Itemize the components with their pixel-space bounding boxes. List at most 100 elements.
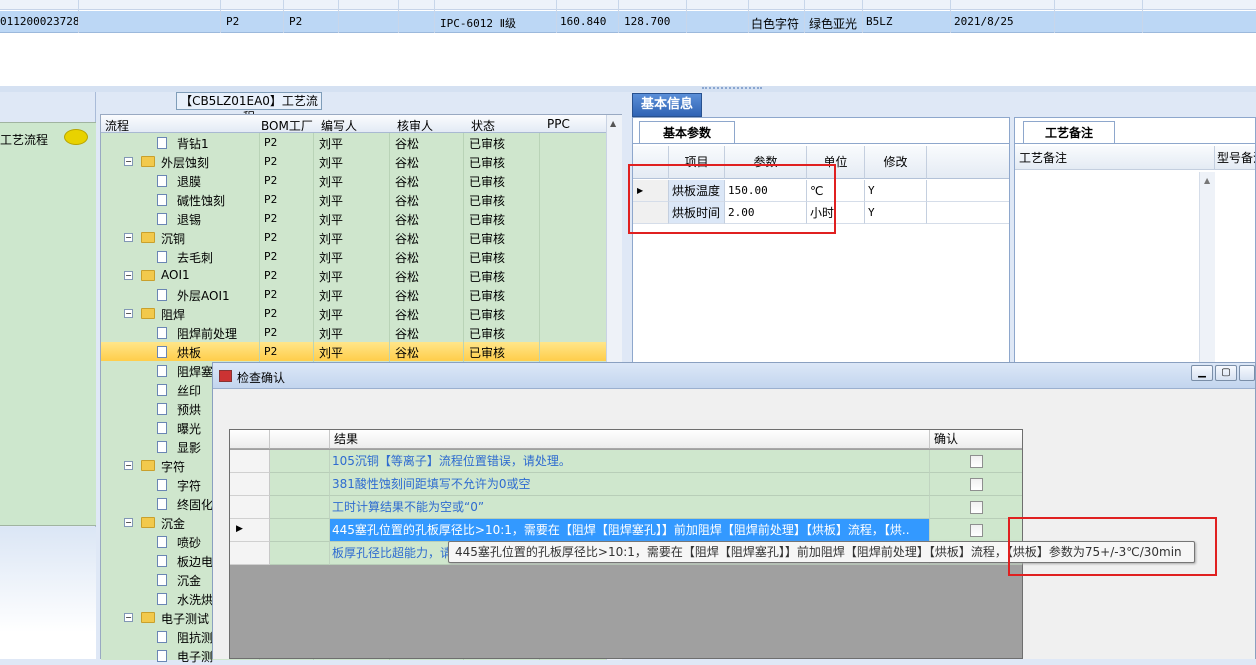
- flow-row[interactable]: 碱性蚀刻 P2 刘平 谷松 已审核: [101, 190, 606, 209]
- collapse-toggle-icon[interactable]: −: [124, 613, 133, 622]
- cell-code: 011200023728: [0, 15, 80, 28]
- document-icon: [157, 365, 167, 377]
- flow-status: 已审核: [469, 251, 506, 265]
- flow-reviewer: 谷松: [395, 327, 420, 341]
- row-indicator: [230, 473, 270, 496]
- flow-reviewer: 谷松: [395, 346, 420, 360]
- flow-row[interactable]: 去毛刺 P2 刘平 谷松 已审核: [101, 247, 606, 266]
- document-icon: [157, 194, 167, 206]
- col-flow[interactable]: 流程: [105, 117, 129, 134]
- confirm-checkbox[interactable]: [970, 501, 983, 514]
- row-blank: [270, 473, 330, 496]
- confirm-checkbox[interactable]: [970, 524, 983, 537]
- param-col-empty: [927, 146, 1009, 179]
- document-icon: [157, 498, 167, 510]
- confirm-cell: [930, 473, 1022, 496]
- grip: [702, 87, 762, 91]
- dialog-titlebar[interactable]: 检查确认 ▁ ▢: [213, 363, 1255, 389]
- flow-reviewer: 谷松: [395, 270, 420, 284]
- flow-bom: P2: [264, 136, 278, 149]
- flow-status: 已审核: [469, 137, 506, 151]
- flow-row[interactable]: − 外层蚀刻 P2 刘平 谷松 已审核: [101, 152, 606, 171]
- close-button[interactable]: [1239, 365, 1255, 381]
- highlight-box-tooltip: [1008, 517, 1217, 576]
- flow-bom: P2: [264, 269, 278, 282]
- col-reviewer[interactable]: 核审人: [397, 117, 433, 134]
- row-indicator: [230, 450, 270, 473]
- param-modify[interactable]: Y: [865, 180, 927, 202]
- collapse-toggle-icon[interactable]: −: [124, 461, 133, 470]
- flow-reviewer: 谷松: [395, 289, 420, 303]
- flow-name: 阻焊: [161, 308, 186, 322]
- result-row[interactable]: 工时计算结果不能为空或“0”: [230, 496, 1022, 519]
- result-text: 工时计算结果不能为空或“0”: [330, 496, 930, 519]
- flow-name: 预烘: [177, 403, 202, 417]
- flow-name: 外层蚀刻: [161, 156, 210, 170]
- flow-bom: P2: [264, 174, 278, 187]
- flow-row[interactable]: − 阻焊 P2 刘平 谷松 已审核: [101, 304, 606, 323]
- result-row[interactable]: 105沉铜【等离子】流程位置错误，请处理。: [230, 450, 1022, 473]
- col-status[interactable]: 状态: [471, 117, 495, 134]
- row-blank: [270, 496, 330, 519]
- result-col-result[interactable]: 结果: [330, 430, 930, 449]
- tab-basic-info[interactable]: 基本信息: [632, 93, 702, 117]
- flow-writer: 刘平: [319, 137, 344, 151]
- highlight-box-params: [628, 164, 836, 234]
- confirm-checkbox[interactable]: [970, 478, 983, 491]
- speech-bubble-icon: [64, 129, 88, 145]
- flow-row[interactable]: − AOI1 P2 刘平 谷松 已审核: [101, 266, 606, 285]
- col-ppc[interactable]: PPC: [547, 117, 570, 131]
- flow-row[interactable]: 阻焊前处理 P2 刘平 谷松 已审核: [101, 323, 606, 342]
- collapse-toggle-icon[interactable]: −: [124, 518, 133, 527]
- flow-name: 去毛刺: [177, 251, 214, 265]
- result-row[interactable]: 381酸性蚀刻间距填写不允许为0或空: [230, 473, 1022, 496]
- cell-code2: B5LZ: [866, 15, 893, 28]
- flow-status: 已审核: [469, 289, 506, 303]
- flow-row[interactable]: 退锡 P2 刘平 谷松 已审核: [101, 209, 606, 228]
- param-col-modify[interactable]: 修改: [865, 146, 927, 179]
- flow-name: 字符: [161, 460, 186, 474]
- collapse-toggle-icon[interactable]: −: [124, 233, 133, 242]
- document-icon: [157, 631, 167, 643]
- flow-name: 沉金: [161, 517, 186, 531]
- cell-solder-color: 绿色亚光: [809, 17, 858, 31]
- flow-row[interactable]: 烘板 P2 刘平 谷松 已审核: [101, 342, 606, 361]
- top-grid-selected-row[interactable]: 011200023728 P2 P2 IPC-6012 Ⅱ级 160.840 1…: [0, 11, 1256, 33]
- cell-text-color: 白色字符: [751, 17, 800, 31]
- folder-icon: [141, 612, 155, 623]
- flow-row[interactable]: 背钻1 P2 刘平 谷松 已审核: [101, 133, 606, 152]
- flow-writer: 刘平: [319, 327, 344, 341]
- left-panel-label[interactable]: 工艺流程: [0, 131, 48, 148]
- result-row[interactable]: ▶ 445塞孔位置的孔板厚径比>10:1，需要在【阻焊【阻焊塞孔】】前加阻焊【阻焊…: [230, 519, 1022, 542]
- flow-writer: 刘平: [319, 213, 344, 227]
- flow-writer: 刘平: [319, 194, 344, 208]
- flow-status: 已审核: [469, 194, 506, 208]
- collapse-toggle-icon[interactable]: −: [124, 271, 133, 280]
- flow-status: 已审核: [469, 327, 506, 341]
- model-note-col[interactable]: 型号备注: [1215, 146, 1255, 170]
- document-icon: [157, 213, 167, 225]
- tab-craft-note[interactable]: 工艺备注: [1023, 121, 1115, 143]
- flow-row[interactable]: 退膜 P2 刘平 谷松 已审核: [101, 171, 606, 190]
- tab-basic-params[interactable]: 基本参数: [639, 121, 735, 143]
- result-col-confirm[interactable]: 确认: [930, 430, 1022, 449]
- flow-row[interactable]: 外层AOI1 P2 刘平 谷松 已审核: [101, 285, 606, 304]
- document-icon: [157, 650, 167, 662]
- confirm-checkbox[interactable]: [970, 455, 983, 468]
- app-icon: [219, 370, 232, 382]
- col-writer[interactable]: 编写人: [321, 117, 357, 134]
- craft-note-scrollbar[interactable]: ▲: [1199, 172, 1215, 366]
- flow-bom: P2: [264, 250, 278, 263]
- folder-icon: [141, 308, 155, 319]
- maximize-button[interactable]: ▢: [1215, 365, 1237, 381]
- result-text: 105沉铜【等离子】流程位置错误，请处理。: [330, 450, 930, 473]
- left-panel: 工艺流程: [0, 92, 96, 659]
- col-bom[interactable]: BOM工厂: [261, 117, 313, 134]
- collapse-toggle-icon[interactable]: −: [124, 157, 133, 166]
- param-modify[interactable]: Y: [865, 202, 927, 224]
- flow-name: AOI1: [161, 268, 190, 282]
- minimize-button[interactable]: ▁: [1191, 365, 1213, 381]
- craft-note-col[interactable]: 工艺备注: [1015, 146, 1215, 170]
- flow-row[interactable]: − 沉铜 P2 刘平 谷松 已审核: [101, 228, 606, 247]
- collapse-toggle-icon[interactable]: −: [124, 309, 133, 318]
